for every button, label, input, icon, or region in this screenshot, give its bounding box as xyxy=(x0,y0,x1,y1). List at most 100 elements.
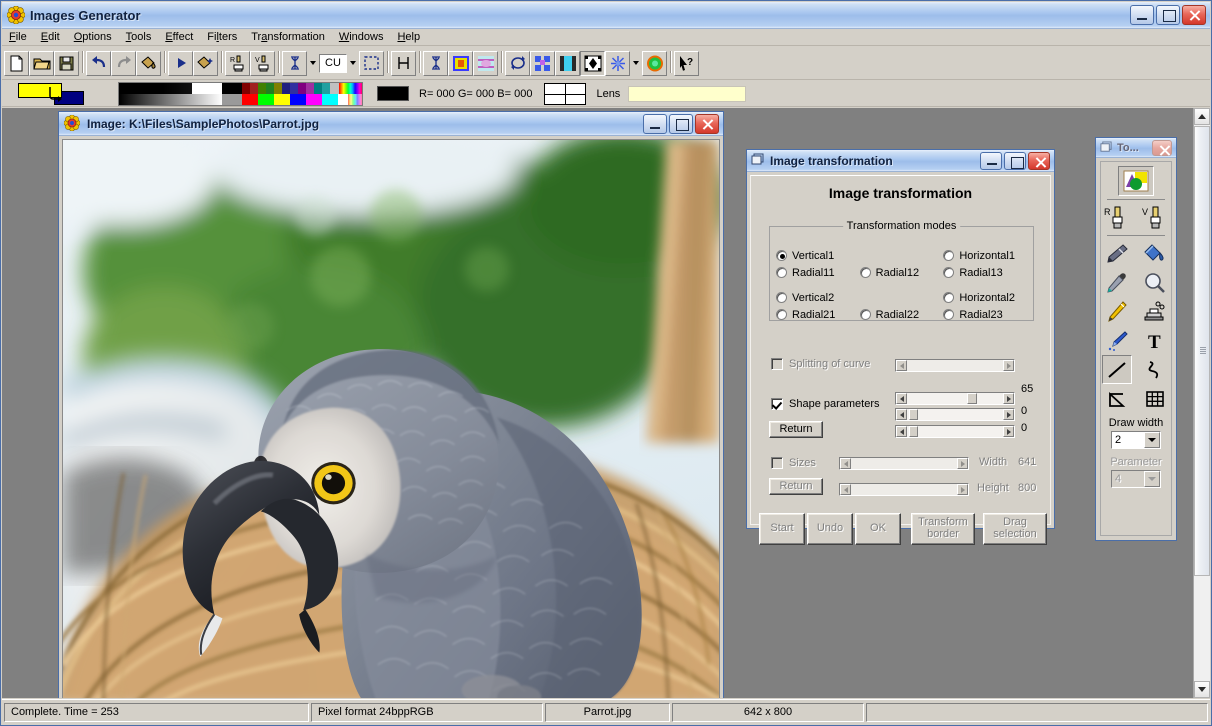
bucket-star-icon[interactable] xyxy=(193,50,218,76)
radio-radial21[interactable]: Radial21 xyxy=(776,309,860,321)
cu-button[interactable]: CU xyxy=(319,53,347,73)
radio-radial23[interactable]: Radial23 xyxy=(943,309,1027,321)
eyedropper-icon[interactable] xyxy=(1102,268,1132,297)
radio-radial22[interactable]: Radial22 xyxy=(859,309,944,321)
transform-border-button[interactable]: Transform border xyxy=(911,513,975,545)
snowflake-dropdown-icon[interactable] xyxy=(630,50,642,76)
menu-item-file[interactable]: File xyxy=(2,30,34,44)
slider-right-arrow-icon[interactable] xyxy=(1003,393,1014,404)
radio-radial13[interactable]: Radial13 xyxy=(943,267,1027,279)
sizes-checkbox[interactable] xyxy=(771,457,783,469)
redo-icon[interactable] xyxy=(111,50,136,76)
splitting-of-curve-slider[interactable] xyxy=(895,359,1015,372)
slider-left-arrow-icon[interactable] xyxy=(896,426,907,437)
draw-width-combo[interactable]: 2 xyxy=(1111,431,1161,449)
shape-return-button[interactable]: Return xyxy=(769,421,823,438)
slider-track[interactable] xyxy=(851,484,957,495)
open-file-icon[interactable] xyxy=(29,50,54,76)
scrollbar-thumb[interactable] xyxy=(1194,126,1210,576)
radio-button[interactable] xyxy=(943,309,955,320)
text-tool-icon[interactable]: T xyxy=(1140,326,1170,355)
horizontal-measure-icon[interactable] xyxy=(391,50,416,76)
radio-button[interactable] xyxy=(776,292,787,303)
maximize-button[interactable] xyxy=(1156,5,1180,25)
shape-slider-1[interactable] xyxy=(895,392,1015,405)
splitting-of-curve-checkbox[interactable] xyxy=(771,358,783,370)
pencil-icon[interactable] xyxy=(1102,297,1132,326)
slider-right-arrow-icon[interactable] xyxy=(1003,409,1014,420)
text-cursor2-icon[interactable] xyxy=(423,50,448,76)
dialog-close-button[interactable] xyxy=(1028,151,1050,170)
slider-left-arrow-icon[interactable] xyxy=(840,458,851,469)
slider-left-arrow-icon[interactable] xyxy=(896,393,907,404)
palette-strip[interactable] xyxy=(118,81,363,106)
save-file-icon[interactable] xyxy=(54,50,79,76)
scroll-up-icon[interactable] xyxy=(1194,108,1210,125)
va-brush-icon[interactable]: V xyxy=(1140,203,1170,232)
help-pointer-icon[interactable]: ? xyxy=(674,50,699,76)
minimize-button[interactable] xyxy=(1130,5,1154,25)
image-child-window[interactable]: Image: K:\Files\SamplePhotos\Parrot.jpg xyxy=(58,111,724,698)
ok-button[interactable]: OK xyxy=(855,513,901,545)
dialog-maximize-button[interactable] xyxy=(1004,151,1026,170)
slider-track[interactable] xyxy=(907,360,1003,371)
radio-radial12[interactable]: Radial12 xyxy=(859,267,944,279)
radio-horizontal2[interactable]: Horizontal2 xyxy=(943,292,1027,304)
undo-icon[interactable] xyxy=(86,50,111,76)
magnifier-icon[interactable] xyxy=(1140,268,1170,297)
airbrush-icon[interactable] xyxy=(1102,239,1132,268)
chevron-down-icon[interactable] xyxy=(1144,432,1160,448)
radio-radial11[interactable]: Radial11 xyxy=(776,267,860,279)
text-cursor-icon[interactable] xyxy=(282,50,307,76)
shape-parameters-checkbox[interactable] xyxy=(771,398,783,410)
radio-button[interactable] xyxy=(859,267,871,278)
menu-item-edit[interactable]: Edit xyxy=(34,30,67,44)
blend-icon[interactable] xyxy=(555,50,580,76)
shape-slider-3[interactable] xyxy=(895,425,1015,438)
selection-rect-icon[interactable] xyxy=(359,50,384,76)
radio-button[interactable] xyxy=(943,250,955,261)
slider-left-arrow-icon[interactable] xyxy=(840,484,851,495)
menu-item-filters[interactable]: Filters xyxy=(200,30,244,44)
grid-tool-icon[interactable] xyxy=(1140,384,1170,413)
radio-vertical2[interactable]: Vertical2 xyxy=(776,292,860,304)
close-button[interactable] xyxy=(1182,5,1206,25)
height-slider[interactable] xyxy=(839,483,969,496)
text-cursor-dropdown-icon[interactable] xyxy=(307,50,319,76)
line-tool-icon[interactable] xyxy=(1102,355,1132,384)
slider-track[interactable] xyxy=(851,458,957,469)
slider-track[interactable] xyxy=(907,393,1003,404)
paint-bucket-icon[interactable] xyxy=(136,50,161,76)
start-button[interactable]: Start xyxy=(759,513,805,545)
radio-button[interactable] xyxy=(776,267,787,278)
tools-close-button[interactable] xyxy=(1152,139,1172,156)
palette-row-top[interactable] xyxy=(119,82,362,94)
play-icon[interactable] xyxy=(168,50,193,76)
shape-slider-2[interactable] xyxy=(895,408,1015,421)
shape-parameters-row[interactable]: Shape parameters xyxy=(771,398,880,410)
swap-colors-icon[interactable] xyxy=(48,86,66,105)
parameter-combo[interactable]: 4 xyxy=(1111,470,1161,488)
slider-right-arrow-icon[interactable] xyxy=(957,484,968,495)
sizes-row[interactable]: Sizes xyxy=(771,457,816,469)
menu-item-effect[interactable]: Effect xyxy=(158,30,200,44)
slider-track[interactable] xyxy=(907,409,1003,420)
paint-bucket-icon[interactable] xyxy=(1140,239,1170,268)
width-slider[interactable] xyxy=(839,457,969,470)
radio-vertical1[interactable]: Vertical1 xyxy=(776,250,860,262)
transform-icon[interactable] xyxy=(580,50,605,76)
slider-right-arrow-icon[interactable] xyxy=(1003,426,1014,437)
menu-item-transformation[interactable]: Transformation xyxy=(244,30,332,44)
drag-selection-button[interactable]: Drag selection xyxy=(983,513,1047,545)
menu-item-help[interactable]: Help xyxy=(390,30,427,44)
dialog-minimize-button[interactable] xyxy=(980,151,1002,170)
palette-row-bottom[interactable] xyxy=(119,93,362,105)
radio-button[interactable] xyxy=(859,309,871,320)
scroll-down-icon[interactable] xyxy=(1194,681,1210,698)
va-stamp-icon[interactable]: V xyxy=(250,50,275,76)
foreground-background-swatch[interactable] xyxy=(10,82,90,106)
radio-button[interactable] xyxy=(776,250,787,261)
radio-button[interactable] xyxy=(943,292,955,303)
image-maximize-button[interactable] xyxy=(669,113,693,134)
splitting-of-curve-row[interactable]: Splitting of curve xyxy=(771,358,870,370)
